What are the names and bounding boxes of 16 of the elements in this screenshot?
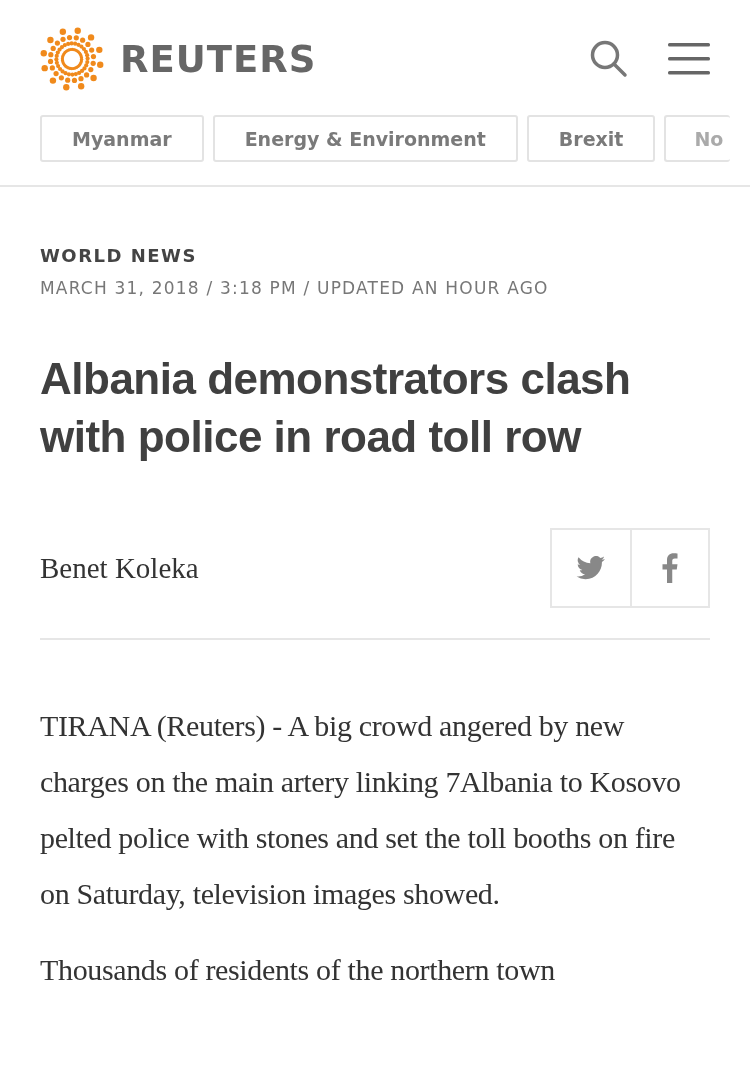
bird-icon bbox=[576, 556, 606, 580]
section-label[interactable]: WORLD NEWS bbox=[40, 245, 710, 266]
body-paragraph: Thousands of residents of the northern town bbox=[40, 952, 556, 988]
brand-name: REUTERS bbox=[120, 37, 317, 81]
topic-tab[interactable]: Energy & Environment bbox=[212, 115, 518, 162]
body-paragraph: TIRANA (Reuters) - A big crowd angered by new charges on the main artery linking 7Albania to Kosovo pelted police with stones and set the toll booths on fire on Saturday, television images showed. bbox=[40, 708, 682, 912]
facebook-icon bbox=[662, 553, 678, 583]
dateline: MARCH 31, 2018 / 3:18 PM / UPDATED AN HOUR AGO bbox=[40, 278, 550, 298]
author-name[interactable]: Benet Koleka bbox=[40, 551, 199, 585]
topic-tab[interactable]: No bbox=[664, 115, 731, 162]
logo-icon bbox=[38, 27, 106, 91]
headline: Albania demonstrators clash with police in road toll row bbox=[40, 353, 632, 463]
search-icon[interactable] bbox=[590, 40, 628, 78]
menu-icon[interactable] bbox=[668, 42, 710, 76]
topic-tab[interactable]: Myanmar bbox=[40, 115, 204, 162]
topic-tab[interactable]: Brexit bbox=[526, 115, 656, 162]
